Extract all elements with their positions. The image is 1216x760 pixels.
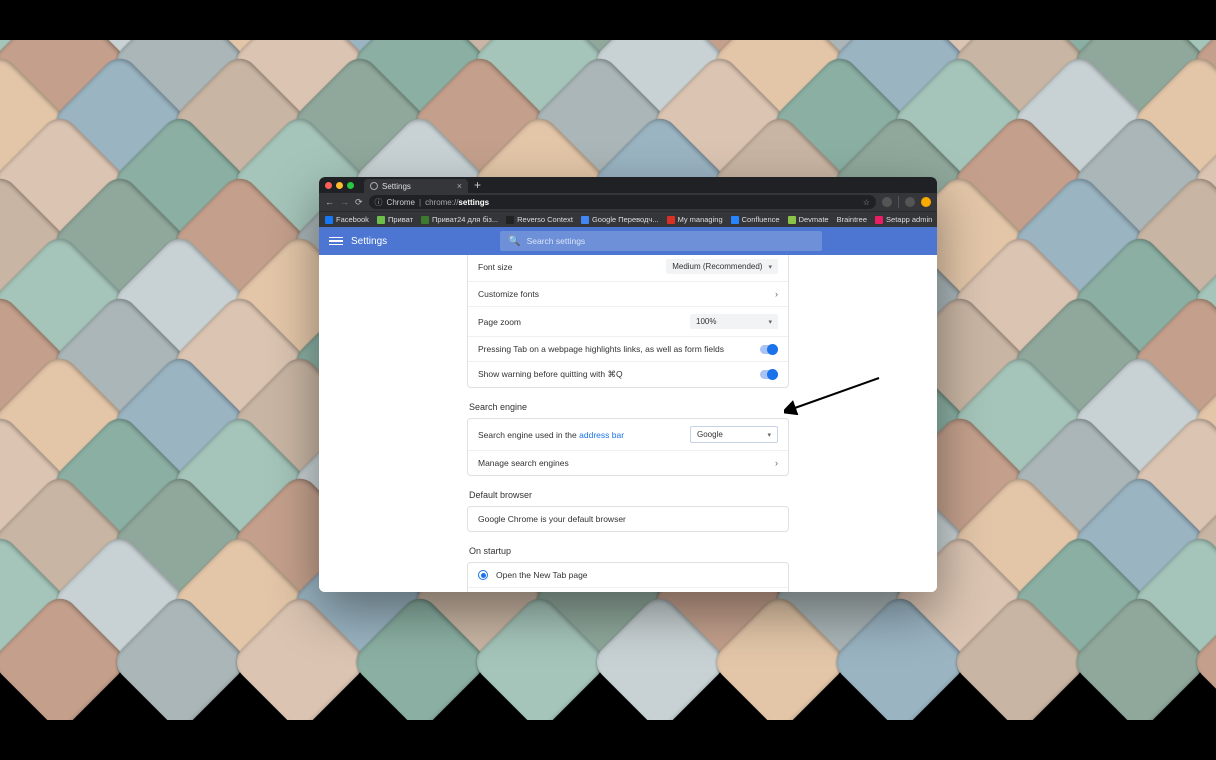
bookmark-item[interactable]: Google Переводч... [581,215,659,224]
toolbar: ← → ⟳ ⓘ Chrome | chrome://settings ☆ [319,193,937,211]
settings-content[interactable]: Font size Medium (Recommended) ▾ Customi… [319,255,937,592]
tab-highlight-toggle[interactable] [760,345,778,354]
row-label: Open the New Tab page [496,570,588,580]
back-button[interactable]: ← [325,197,334,207]
quit-warning-row: Show warning before quitting with ⌘Q [468,361,788,387]
window-controls [325,182,354,189]
extension-icon[interactable] [882,197,892,207]
page-zoom-dropdown[interactable]: 100% ▾ [690,314,778,329]
window-close-button[interactable] [325,182,332,189]
caret-down-icon: ▾ [767,431,771,439]
url-scheme: Chrome [387,198,415,207]
browser-window: Settings × + ← → ⟳ ⓘ Chrome | chrome://s… [319,177,937,592]
reload-button[interactable]: ⟳ [355,197,363,208]
profile-avatar-icon[interactable] [921,197,931,207]
favicon-icon [788,216,796,224]
default-browser-heading: Default browser [469,490,789,500]
url-prefix: chrome:// [425,198,458,207]
font-size-dropdown[interactable]: Medium (Recommended) ▾ [666,259,778,274]
favicon-icon [581,216,589,224]
search-engine-row: Search engine used in the address bar Go… [468,419,788,450]
search-engine-dropdown[interactable]: Google ▾ [690,426,778,443]
tab-strip: Settings × + [319,177,937,193]
menu-button[interactable] [329,237,343,246]
gear-icon [370,182,378,190]
bookmark-item[interactable]: Приват24 для біз... [421,215,498,224]
font-size-row: Font size Medium (Recommended) ▾ [468,255,788,281]
browser-tab[interactable]: Settings × [364,179,468,193]
settings-search-input[interactable] [527,236,815,246]
bookmark-item[interactable]: Facebook [325,215,369,224]
caret-down-icon: ▾ [768,318,772,326]
bookmark-item[interactable]: Приват [377,215,413,224]
bookmarks-bar: Facebook Приват Приват24 для біз... Reve… [319,211,937,227]
window-minimize-button[interactable] [336,182,343,189]
url-path: settings [458,198,489,207]
row-label: Page zoom [478,317,521,327]
row-label: Customize fonts [478,289,539,299]
page-zoom-row: Page zoom 100% ▾ [468,306,788,336]
appearance-card: Font size Medium (Recommended) ▾ Customi… [467,255,789,388]
extension-icon[interactable] [905,197,915,207]
bookmark-item[interactable]: Devmate [788,215,829,224]
on-startup-heading: On startup [469,546,789,556]
address-bar-link[interactable]: address bar [579,430,624,440]
search-engine-heading: Search engine [469,402,789,412]
tab-highlight-row: Pressing Tab on a webpage highlights lin… [468,336,788,361]
bookmark-item[interactable]: My managing [667,215,723,224]
row-label: Font size [478,262,513,272]
close-tab-button[interactable]: × [457,181,462,191]
row-label: Show warning before quitting with ⌘Q [478,369,623,380]
bookmark-item[interactable]: Braintree [837,215,867,224]
favicon-icon [875,216,883,224]
bookmark-star-icon[interactable]: ☆ [863,198,870,207]
bookmark-item[interactable]: Confluence [731,215,780,224]
window-maximize-button[interactable] [347,182,354,189]
startup-option-continue[interactable]: Continue where you left off [468,587,788,592]
row-label: Google Chrome is your default browser [478,514,626,524]
address-bar[interactable]: ⓘ Chrome | chrome://settings ☆ [369,195,876,209]
favicon-icon [377,216,385,224]
site-info-icon[interactable]: ⓘ [375,197,383,208]
row-label: Manage search engines [478,458,569,468]
default-browser-card: Google Chrome is your default browser [467,506,789,532]
caret-down-icon: ▾ [768,263,772,271]
default-browser-row: Google Chrome is your default browser [468,507,788,531]
letterbox-top [0,0,1216,40]
customize-fonts-row[interactable]: Customize fonts › [468,281,788,306]
letterbox-bottom [0,720,1216,760]
favicon-icon [667,216,675,224]
page-title: Settings [351,236,387,247]
startup-option-newtab[interactable]: Open the New Tab page [468,563,788,587]
favicon-icon [421,216,429,224]
tab-title: Settings [382,182,411,191]
row-label: Pressing Tab on a webpage highlights lin… [478,344,724,354]
new-tab-button[interactable]: + [474,178,481,192]
bookmark-item[interactable]: Setapp admin [875,215,932,224]
favicon-icon [731,216,739,224]
on-startup-card: Open the New Tab page Continue where you… [467,562,789,592]
radio-button[interactable] [478,570,488,580]
chevron-right-icon: › [775,289,778,299]
settings-search[interactable]: 🔍 [500,231,822,251]
bookmark-item[interactable]: Reverso Context [506,215,573,224]
row-label: Search engine used in the address bar [478,430,624,440]
forward-button[interactable]: → [340,197,349,207]
settings-header: Settings 🔍 [319,227,937,255]
manage-search-engines-row[interactable]: Manage search engines › [468,450,788,475]
quit-warning-toggle[interactable] [760,370,778,379]
favicon-icon [506,216,514,224]
search-icon: 🔍 [508,236,520,247]
chevron-right-icon: › [775,458,778,468]
search-engine-card: Search engine used in the address bar Go… [467,418,789,476]
favicon-icon [325,216,333,224]
